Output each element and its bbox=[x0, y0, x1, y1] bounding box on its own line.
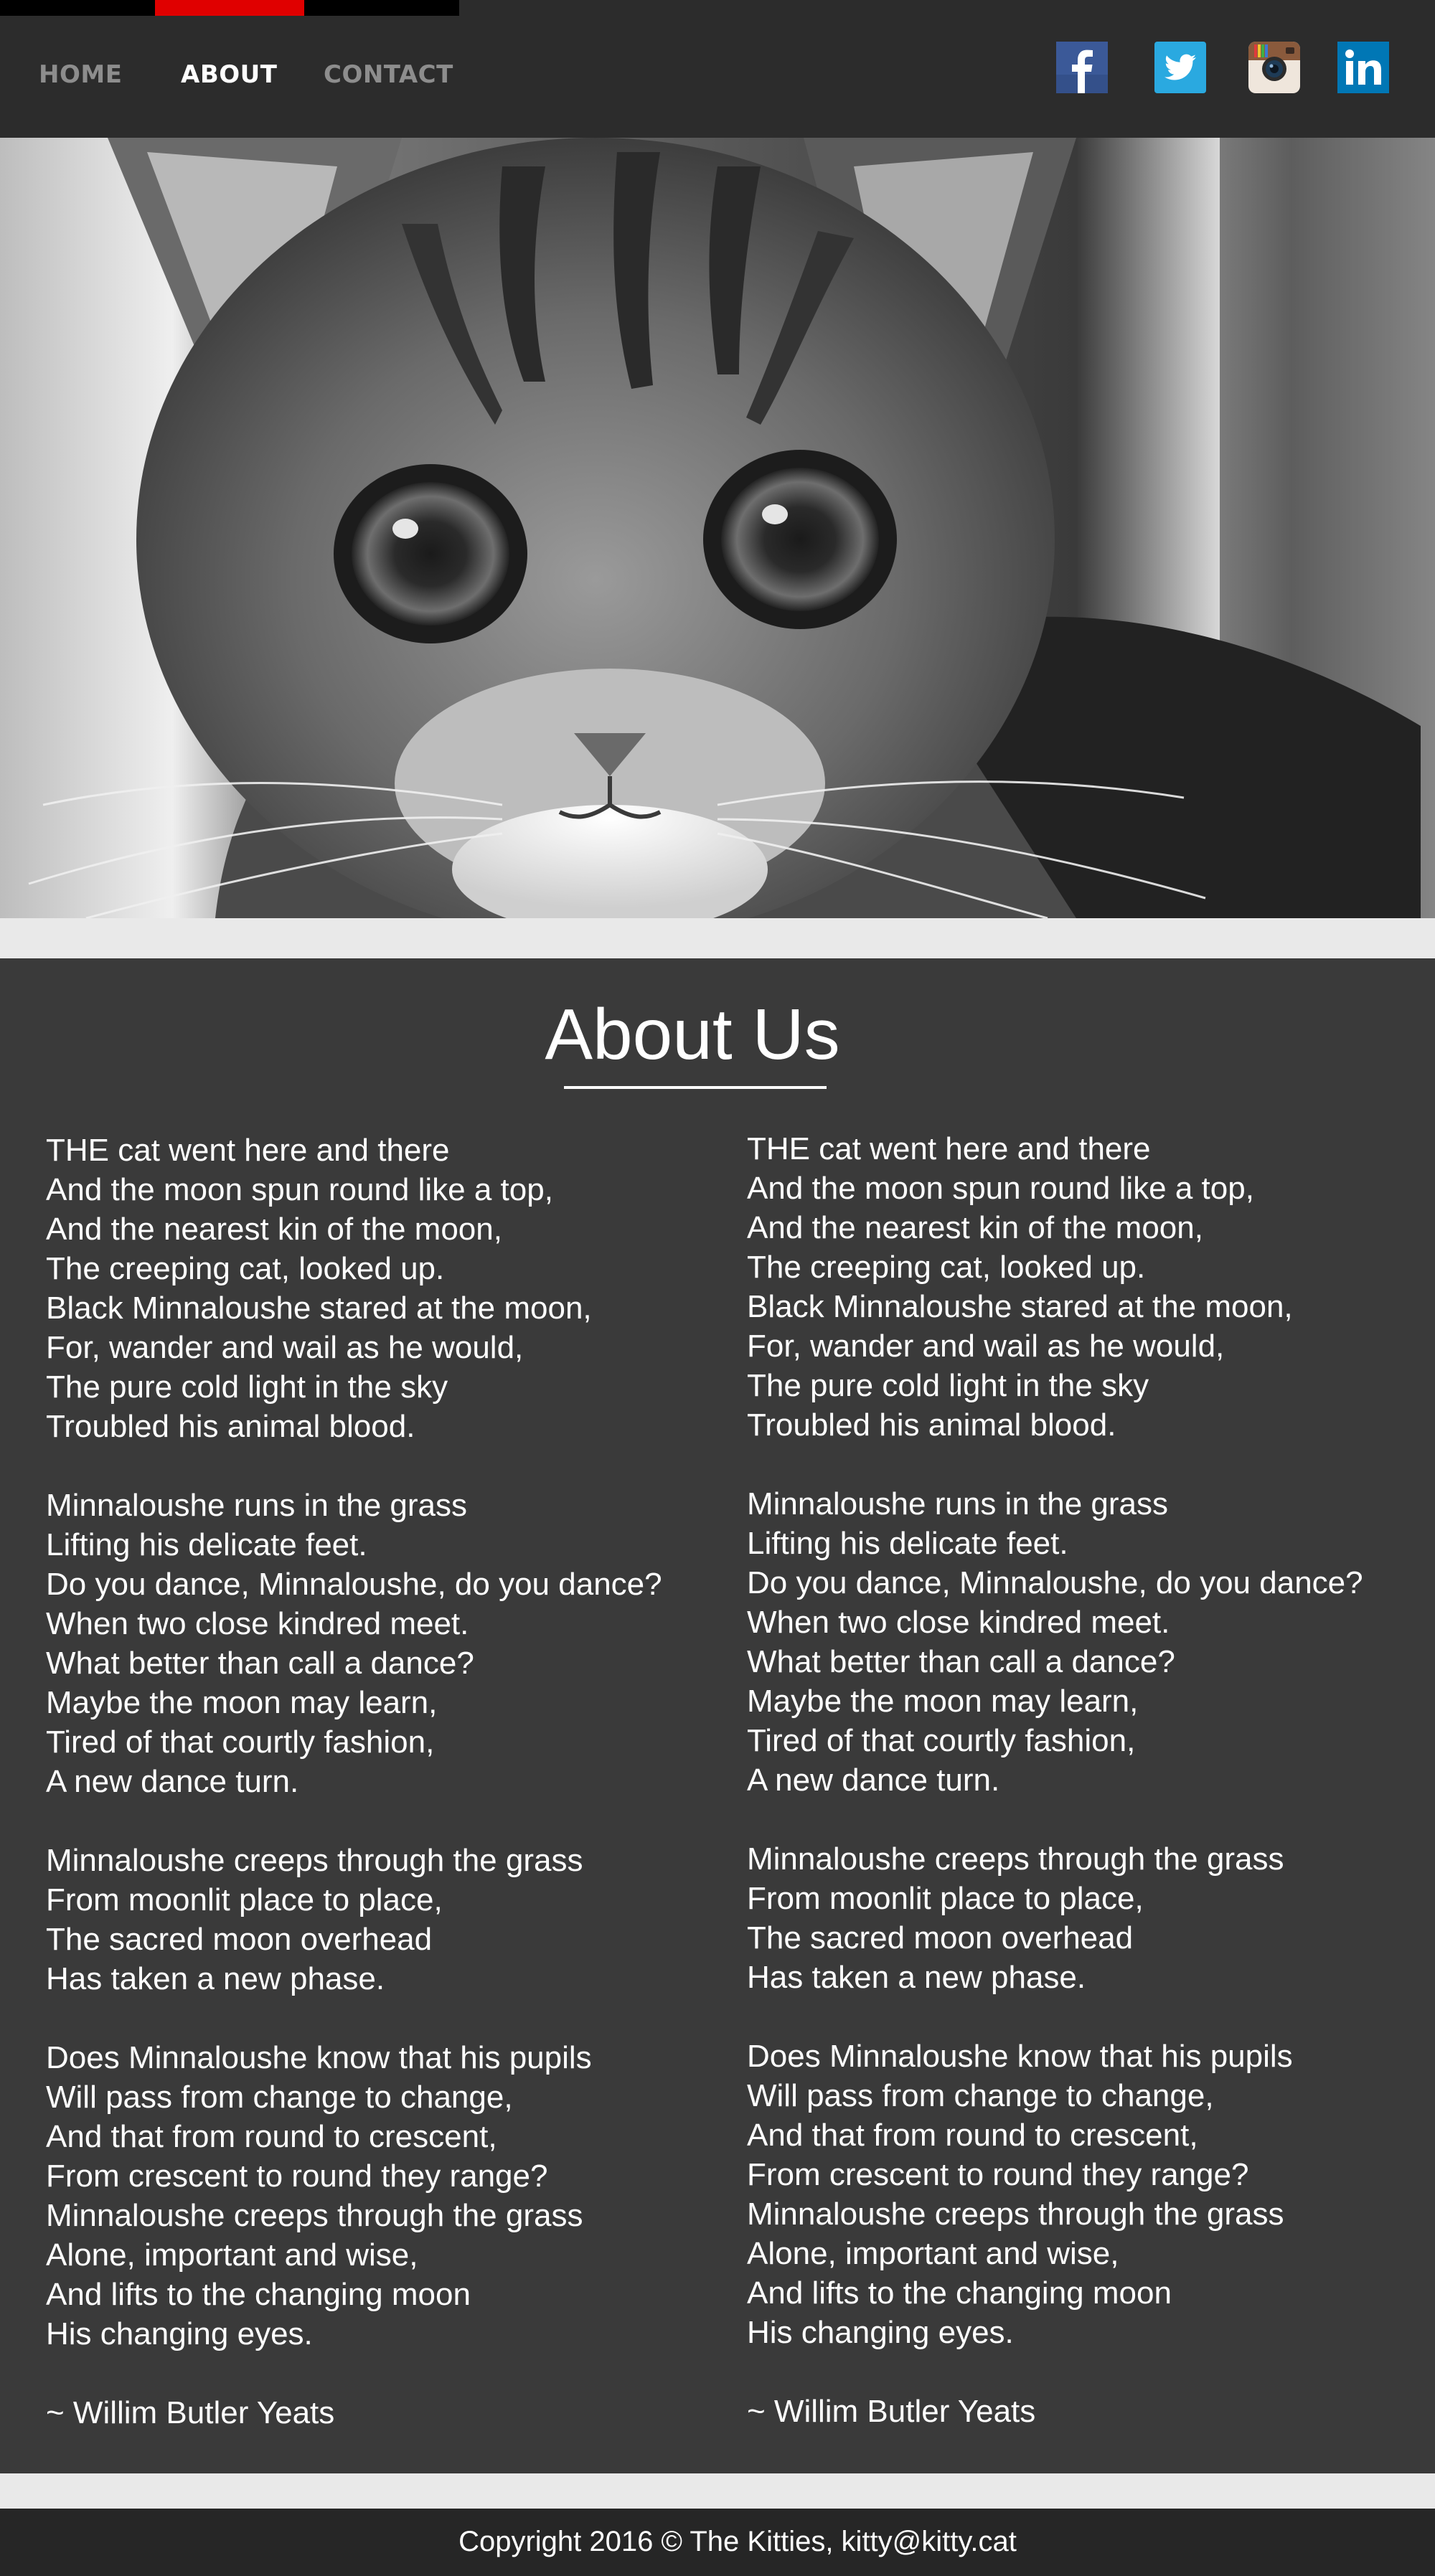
poem-stanza: THE cat went here and there And the moon… bbox=[46, 1131, 720, 1446]
poem-line: Does Minnaloushe know that his pupils bbox=[46, 2040, 592, 2075]
copyright-text: Copyright 2016 © The Kitties, kitty@kitt… bbox=[458, 2526, 1017, 2557]
linkedin-icon[interactable] bbox=[1337, 42, 1389, 93]
poem-line: Maybe the moon may learn, bbox=[747, 1684, 1139, 1719]
poem-line: What better than call a dance? bbox=[46, 1646, 474, 1681]
poem-line: Minnaloushe runs in the grass bbox=[46, 1488, 467, 1523]
poem-line: The sacred moon overhead bbox=[46, 1922, 433, 1957]
poem-line: When two close kindred meet. bbox=[46, 1606, 469, 1641]
poem-line: Troubled his animal blood. bbox=[46, 1409, 415, 1444]
hero-kitten-image bbox=[0, 138, 1435, 918]
poem-line: What better than call a dance? bbox=[747, 1644, 1175, 1679]
page-title: About Us bbox=[545, 994, 840, 1075]
poem-line: Minnaloushe creeps through the grass bbox=[747, 1841, 1284, 1877]
poem-line: Will pass from change to change, bbox=[747, 2078, 1214, 2113]
poem-line: The creeping cat, looked up. bbox=[747, 1250, 1146, 1285]
poem-stanza: Minnaloushe creeps through the grass Fro… bbox=[46, 1841, 720, 1999]
poem-line: Minnaloushe creeps through the grass bbox=[747, 2197, 1284, 2232]
poem-line: Lifting his delicate feet. bbox=[46, 1527, 367, 1562]
poem-author: ~ Willim Butler Yeats bbox=[46, 2395, 335, 2430]
active-page-indicator bbox=[155, 0, 304, 16]
site-header: HOME ABOUT CONTACT bbox=[0, 0, 1435, 138]
poem-line: From moonlit place to place, bbox=[747, 1881, 1144, 1916]
poem-line: And lifts to the changing moon bbox=[46, 2277, 471, 2312]
poem-line: Has taken a new phase. bbox=[46, 1961, 385, 1996]
poem-line: For, wander and wail as he would, bbox=[747, 1329, 1225, 1364]
poem-line: Black Minnaloushe stared at the moon, bbox=[747, 1289, 1293, 1324]
poem-line: Alone, important and wise, bbox=[46, 2237, 418, 2273]
poem-column-left: THE cat went here and there And the moon… bbox=[46, 1131, 720, 2433]
poem-line: From crescent to round they range? bbox=[747, 2157, 1249, 2192]
poem-line: The pure cold light in the sky bbox=[46, 1369, 448, 1405]
poem-line: And the nearest kin of the moon, bbox=[747, 1210, 1203, 1245]
poem-line: His changing eyes. bbox=[46, 2316, 313, 2351]
poem-line: From crescent to round they range? bbox=[46, 2159, 548, 2194]
site-footer: Copyright 2016 © The Kitties, kitty@kitt… bbox=[0, 2509, 1435, 2576]
nav-contact-link[interactable]: CONTACT bbox=[324, 60, 453, 89]
top-accent-bar bbox=[0, 0, 459, 16]
poem-line: Minnaloushe runs in the grass bbox=[747, 1486, 1168, 1521]
poem-line: The pure cold light in the sky bbox=[747, 1368, 1149, 1403]
poem-line: When two close kindred meet. bbox=[747, 1605, 1170, 1640]
poem-line: His changing eyes. bbox=[747, 2315, 1014, 2350]
poem-line: THE cat went here and there bbox=[747, 1131, 1151, 1166]
poem-stanza: Does Minnaloushe know that his pupils Wi… bbox=[747, 2037, 1421, 2352]
poem-stanza: Minnaloushe creeps through the grass Fro… bbox=[747, 1839, 1421, 1997]
poem-line: Minnaloushe creeps through the grass bbox=[46, 1843, 583, 1878]
poem-author: ~ Willim Butler Yeats bbox=[747, 2394, 1036, 2429]
poem-line: Will pass from change to change, bbox=[46, 2080, 513, 2115]
poem-column-right: THE cat went here and there And the moon… bbox=[747, 1129, 1421, 2431]
poem-line: Alone, important and wise, bbox=[747, 2236, 1119, 2271]
poem-stanza: THE cat went here and there And the moon… bbox=[747, 1129, 1421, 1445]
poem-line: Do you dance, Minnaloushe, do you dance? bbox=[46, 1567, 662, 1602]
poem-line: Minnaloushe creeps through the grass bbox=[46, 2198, 583, 2233]
poem-line: Troubled his animal blood. bbox=[747, 1407, 1116, 1443]
poem-line: Does Minnaloushe know that his pupils bbox=[747, 2039, 1293, 2074]
poem-line: Tired of that courtly fashion, bbox=[747, 1723, 1136, 1758]
nav-about-link[interactable]: ABOUT bbox=[181, 60, 277, 89]
poem-line: Do you dance, Minnaloushe, do you dance? bbox=[747, 1565, 1363, 1600]
poem-line: Maybe the moon may learn, bbox=[46, 1685, 438, 1720]
poem-line: Black Minnaloushe stared at the moon, bbox=[46, 1291, 592, 1326]
poem-line: A new dance turn. bbox=[747, 1763, 1000, 1798]
title-underline bbox=[564, 1086, 827, 1089]
poem-line: A new dance turn. bbox=[46, 1764, 299, 1799]
about-section: About Us THE cat went here and there And… bbox=[0, 958, 1435, 2473]
poem-line: For, wander and wail as he would, bbox=[46, 1330, 524, 1365]
poem-line: From moonlit place to place, bbox=[46, 1882, 443, 1917]
poem-line: Has taken a new phase. bbox=[747, 1960, 1086, 1995]
twitter-icon[interactable] bbox=[1154, 42, 1206, 93]
poem-line: And the moon spun round like a top, bbox=[747, 1171, 1254, 1206]
poem-line: Tired of that courtly fashion, bbox=[46, 1725, 435, 1760]
poem-line: THE cat went here and there bbox=[46, 1133, 450, 1168]
poem-stanza: Minnaloushe runs in the grass Lifting hi… bbox=[46, 1486, 720, 1801]
facebook-icon[interactable] bbox=[1056, 42, 1108, 93]
nav-home-link[interactable]: HOME bbox=[39, 60, 122, 89]
poem-line: And that from round to crescent, bbox=[747, 2118, 1198, 2153]
poem-stanza: Minnaloushe runs in the grass Lifting hi… bbox=[747, 1484, 1421, 1800]
instagram-icon[interactable] bbox=[1248, 42, 1300, 93]
poem-line: Lifting his delicate feet. bbox=[747, 1526, 1068, 1561]
poem-line: And that from round to crescent, bbox=[46, 2119, 497, 2154]
poem-line: And the moon spun round like a top, bbox=[46, 1172, 553, 1207]
poem-line: And the nearest kin of the moon, bbox=[46, 1212, 502, 1247]
poem-line: And lifts to the changing moon bbox=[747, 2275, 1172, 2311]
poem-line: The sacred moon overhead bbox=[747, 1920, 1134, 1955]
poem-line: The creeping cat, looked up. bbox=[46, 1251, 445, 1286]
poem-stanza: Does Minnaloushe know that his pupils Wi… bbox=[46, 2038, 720, 2354]
